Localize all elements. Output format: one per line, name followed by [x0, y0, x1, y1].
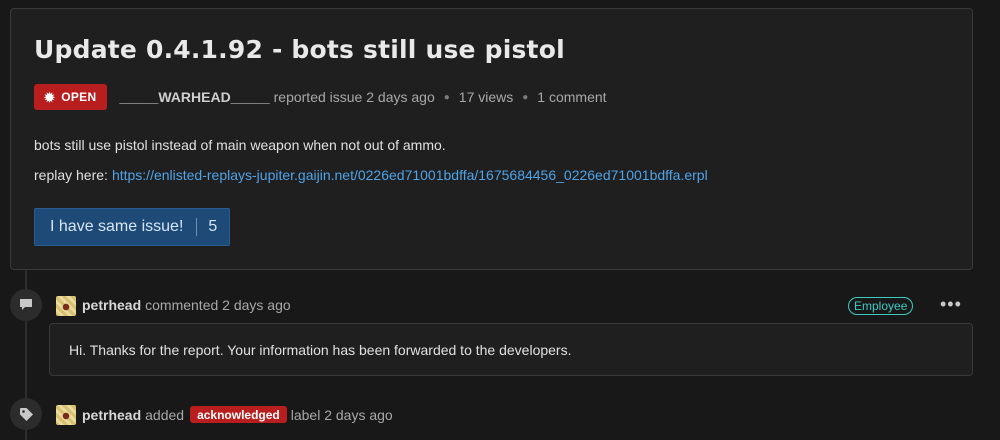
separator-dot: ● — [522, 91, 529, 103]
avatar[interactable] — [56, 296, 76, 316]
button-divider — [196, 218, 198, 236]
issue-card: Update 0.4.1.92 - bots still use pistol … — [10, 8, 973, 270]
replay-link[interactable]: https://enlisted-replays-jupiter.gaijin.… — [112, 167, 708, 183]
comments-count[interactable]: 1 comment — [537, 89, 606, 105]
same-issue-button[interactable]: I have same issue! 5 — [34, 208, 230, 246]
issue-meta: ✹ OPEN _____WARHEAD_____ reported issue … — [34, 84, 607, 110]
acknowledged-label[interactable]: acknowledged — [190, 406, 287, 423]
replay-label: replay here: — [34, 167, 108, 183]
tag-icon — [10, 398, 42, 430]
status-badge: ✹ OPEN — [34, 84, 108, 110]
comment-user-link[interactable]: petrhead — [82, 297, 141, 313]
author-link[interactable]: _____WARHEAD_____ — [119, 89, 269, 105]
same-issue-count: 5 — [208, 218, 218, 235]
views-count: 17 views — [458, 89, 514, 105]
more-options-icon[interactable]: ••• — [940, 294, 962, 315]
replay-line: replay here: https://enlisted-replays-jup… — [34, 167, 708, 183]
status-label: OPEN — [61, 90, 97, 104]
label-event: petrhead added acknowledged label 2 days… — [82, 406, 393, 423]
label-suffix: label 2 days ago — [290, 406, 393, 423]
avatar[interactable] — [56, 405, 76, 425]
issue-title: Update 0.4.1.92 - bots still use pistol — [34, 35, 565, 64]
label-action: added — [145, 406, 185, 423]
label-user-link[interactable]: petrhead — [82, 407, 141, 423]
speech-bubble-icon — [10, 289, 42, 321]
comment-header: petrhead commented 2 days ago — [82, 297, 291, 313]
gear-icon: ✹ — [44, 89, 56, 105]
comment-action: commented 2 days ago — [145, 297, 291, 313]
comment-text: Hi. Thanks for the report. Your informat… — [69, 341, 572, 358]
reported-text: reported issue 2 days ago — [273, 89, 435, 105]
comment-body: Hi. Thanks for the report. Your informat… — [49, 323, 973, 376]
separator-dot: ● — [443, 91, 450, 103]
issue-body-text: bots still use pistol instead of main we… — [34, 137, 446, 153]
same-issue-label: I have same issue! — [50, 218, 184, 235]
employee-badge: Employee — [848, 297, 914, 315]
